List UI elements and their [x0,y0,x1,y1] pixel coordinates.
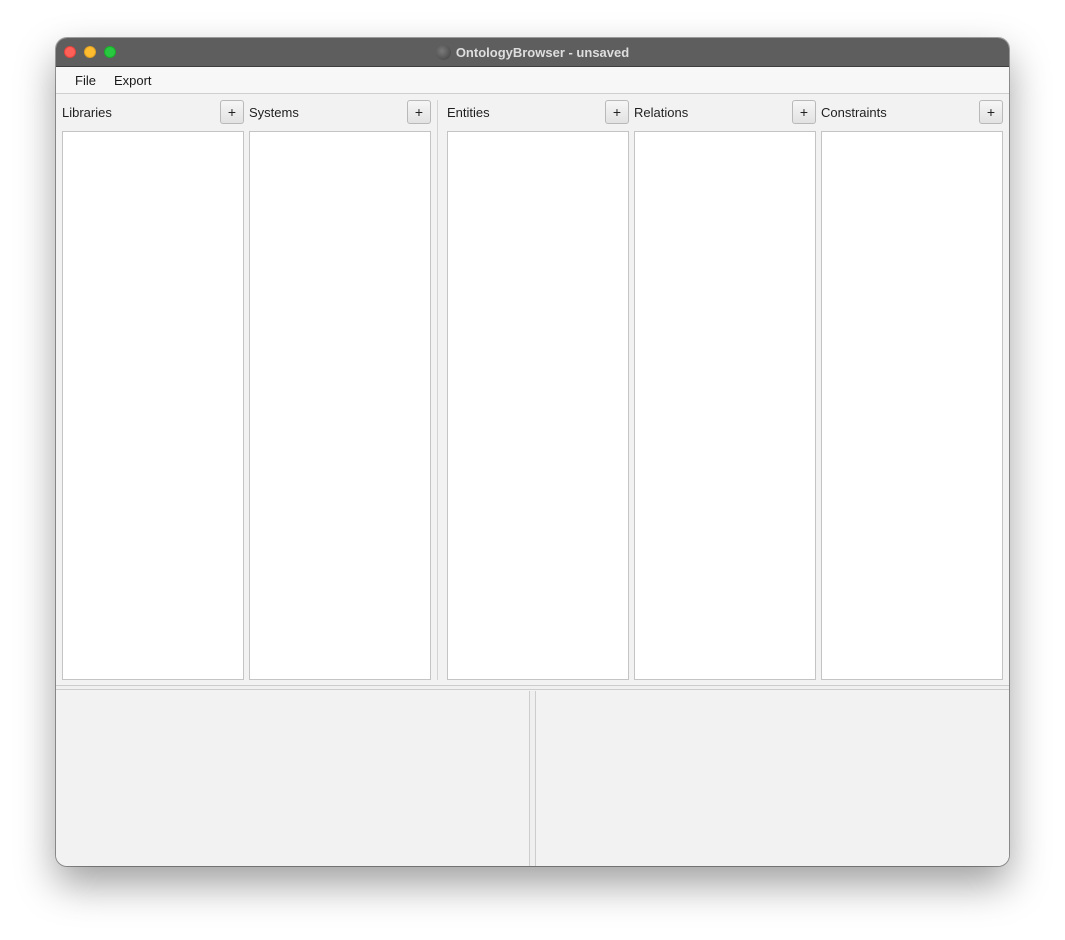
constraints-header: Constraints + [821,100,1003,126]
menu-export[interactable]: Export [105,71,161,90]
entities-list[interactable] [447,131,629,680]
bottom-split-handle[interactable] [529,691,536,866]
add-library-button[interactable]: + [220,100,244,124]
systems-list[interactable] [249,131,431,680]
entities-label: Entities [447,105,490,120]
entities-header: Entities + [447,100,629,126]
app-icon [435,44,451,60]
title-group: OntologyBrowser - unsaved [56,38,1009,66]
entities-panel: Entities + [447,100,629,680]
relations-list[interactable] [634,131,816,680]
relations-label: Relations [634,105,689,120]
constraints-panel: Constraints + [821,100,1003,680]
systems-label: Systems [249,105,299,120]
app-window: OntologyBrowser - unsaved File Export Li… [56,38,1009,866]
add-constraint-button[interactable]: + [979,100,1003,124]
add-system-button[interactable]: + [407,100,431,124]
relations-panel: Relations + [634,100,816,680]
libraries-header: Libraries + [62,100,244,126]
libraries-list[interactable] [62,131,244,680]
systems-panel: Systems + [249,100,431,680]
bottom-left-pane [56,691,529,866]
menu-bar: File Export [56,67,1009,94]
add-relation-button[interactable]: + [792,100,816,124]
menu-file[interactable]: File [66,71,105,90]
bottom-right-pane [536,691,1009,866]
title-bar[interactable]: OntologyBrowser - unsaved [56,38,1009,67]
constraints-label: Constraints [821,105,887,120]
horizontal-split-handle[interactable] [56,685,1009,690]
libraries-panel: Libraries + [62,100,244,680]
constraints-list[interactable] [821,131,1003,680]
panel-divider[interactable] [437,100,438,680]
relations-header: Relations + [634,100,816,126]
add-entity-button[interactable]: + [605,100,629,124]
systems-header: Systems + [249,100,431,126]
libraries-label: Libraries [62,105,112,120]
window-title: OntologyBrowser - unsaved [455,44,630,60]
